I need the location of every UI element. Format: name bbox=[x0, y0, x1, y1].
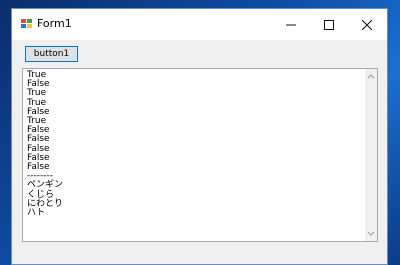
output-line: False bbox=[27, 152, 50, 163]
output-lines: True False True True False True False False Fals… bbox=[27, 70, 361, 219]
output-line: -------- bbox=[27, 171, 53, 182]
maximize-icon bbox=[324, 19, 334, 30]
output-line: False bbox=[27, 134, 50, 145]
client-area: button1 True False True True False True False F… bbox=[12, 40, 387, 264]
output-line: True bbox=[27, 97, 47, 108]
scroll-up-arrow-icon[interactable] bbox=[365, 70, 377, 82]
output-line: True bbox=[27, 88, 47, 99]
minimize-icon bbox=[286, 24, 296, 25]
scroll-down-arrow-icon[interactable] bbox=[365, 228, 377, 240]
output-line: False bbox=[27, 79, 50, 90]
output-line: False bbox=[27, 143, 50, 154]
close-icon bbox=[362, 19, 372, 30]
output-line: くじら bbox=[27, 189, 55, 200]
output-line: True bbox=[27, 116, 47, 127]
close-button[interactable] bbox=[349, 9, 385, 40]
output-line: False bbox=[27, 106, 50, 117]
output-line: ペンギン bbox=[27, 180, 64, 191]
output-line: ハト bbox=[27, 208, 46, 219]
maximize-button[interactable] bbox=[311, 9, 347, 40]
button1[interactable]: button1 bbox=[25, 46, 78, 62]
output-line: にわとり bbox=[27, 198, 64, 209]
output-line: True bbox=[27, 70, 47, 80]
window-title: Form1 bbox=[37, 17, 72, 30]
output-line: False bbox=[27, 162, 50, 173]
minimize-button[interactable] bbox=[273, 9, 309, 40]
form1-window: Form1 button1 True False True True False True… bbox=[11, 8, 388, 265]
output-textbox[interactable]: True False True True False True False False Fals… bbox=[22, 68, 378, 242]
output-line: False bbox=[27, 125, 50, 136]
title-bar[interactable]: Form1 bbox=[12, 9, 387, 40]
vertical-scrollbar[interactable] bbox=[365, 69, 377, 241]
app-icon bbox=[21, 19, 32, 29]
